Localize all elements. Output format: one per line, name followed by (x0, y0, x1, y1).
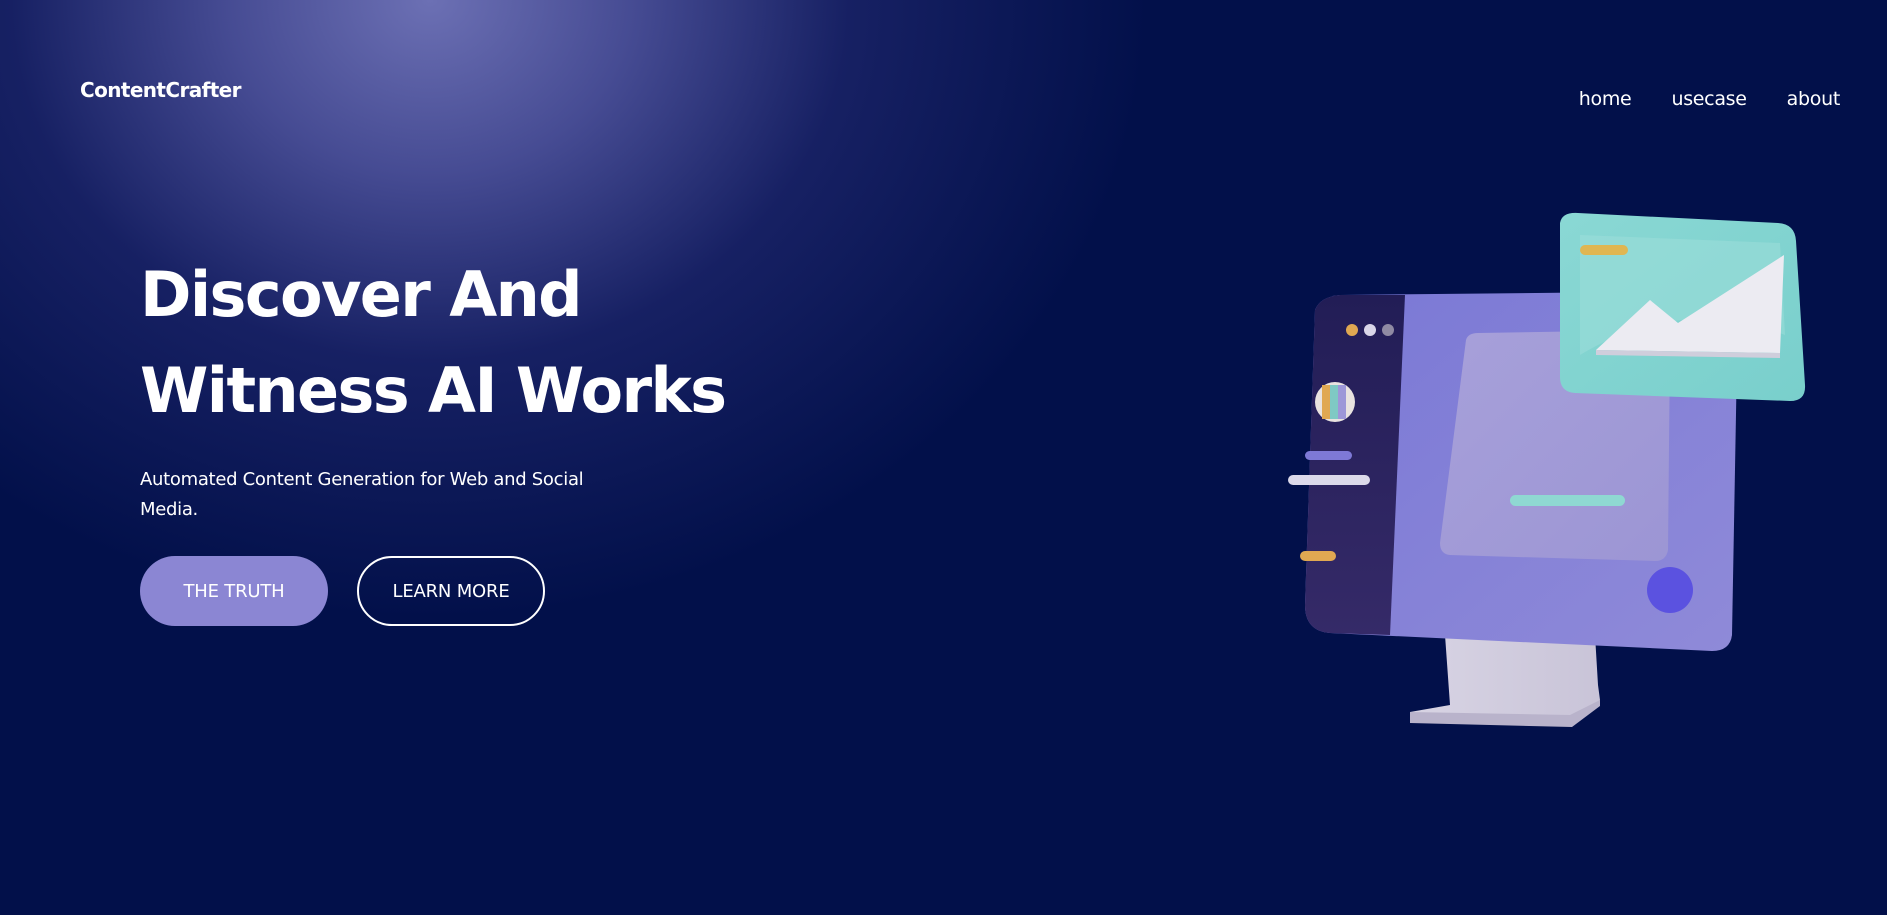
learn-more-button[interactable]: LEARN MORE (357, 556, 545, 626)
brand-logo[interactable]: ContentCrafter (80, 78, 242, 102)
nav-link-usecase[interactable]: usecase (1671, 88, 1747, 110)
hero-subtitle: Automated Content Generation for Web and… (140, 469, 584, 520)
nav-link-about[interactable]: about (1787, 88, 1841, 110)
computer-illustration-icon (1288, 212, 1806, 727)
nav-link-home[interactable]: home (1579, 88, 1632, 110)
hero-title-line-2: Witness AI Works (140, 354, 727, 427)
hero-title-line-1: Discover And (140, 258, 583, 331)
main-nav: home usecase about (1579, 88, 1841, 110)
the-truth-button[interactable]: THE TRUTH (140, 556, 328, 626)
hero-title: Discover And Witness AI Works (140, 247, 727, 439)
